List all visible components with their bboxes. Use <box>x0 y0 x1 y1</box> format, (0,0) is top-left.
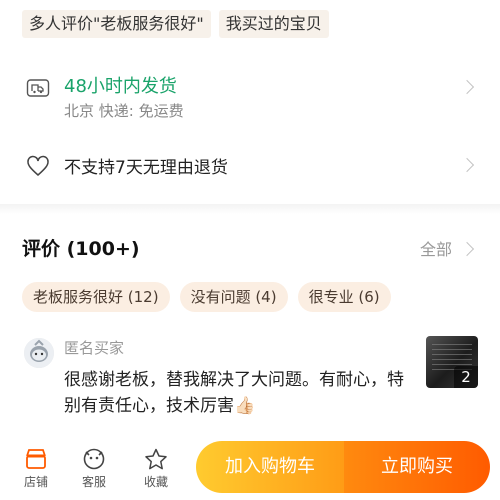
anonymous-avatar-icon <box>24 338 54 368</box>
shipping-title: 48小时内发货 <box>64 76 177 97</box>
returns-chevron-icon <box>459 157 475 173</box>
customer-service-icon <box>83 448 105 470</box>
top-tag-row: 多人评价"老板服务很好" 我买过的宝贝 <box>22 10 329 38</box>
reviews-title: 评价 (100+) <box>22 238 140 260</box>
nav-favorite[interactable]: 收藏 <box>136 448 176 490</box>
reviewer-name: 匿名买家 <box>64 339 125 357</box>
tag-bought-before[interactable]: 我买过的宝贝 <box>218 10 329 38</box>
returns-text: 不支持7天无理由退货 <box>64 158 228 178</box>
nav-shop[interactable]: 店铺 <box>16 448 56 490</box>
review-chip[interactable]: 很专业 (6) <box>297 282 391 312</box>
heart-icon <box>27 155 49 176</box>
truck-icon <box>26 79 50 97</box>
nav-favorite-label: 收藏 <box>143 475 168 489</box>
buy-now-button[interactable]: 立即购买 <box>344 441 490 493</box>
star-icon <box>145 448 167 470</box>
shipping-subtitle: 北京 快递: 免运费 <box>64 102 184 120</box>
reviews-all-chevron-icon[interactable] <box>459 241 475 257</box>
review-chip[interactable]: 没有问题 (4) <box>179 282 288 312</box>
review-chip[interactable]: 老板服务很好 (12) <box>22 282 170 312</box>
add-to-cart-button[interactable]: 加入购物车 <box>196 441 344 493</box>
tag-praise[interactable]: 多人评价"老板服务很好" <box>22 10 211 38</box>
avatar <box>24 338 54 368</box>
section-divider <box>0 204 500 214</box>
review-photo[interactable]: 2 <box>426 336 478 388</box>
shop-icon <box>26 449 46 469</box>
review-comment: 很感谢老板，替我解决了大问题。有耐心，特别有责任心，技术厉害👍🏻 <box>64 370 404 416</box>
shipping-chevron-icon <box>459 79 475 95</box>
photo-count: 2 <box>454 366 478 388</box>
nav-service-label: 客服 <box>81 475 106 489</box>
review-keyword-chips: 老板服务很好 (12) 没有问题 (4) 很专业 (6) <box>22 282 391 312</box>
nav-service[interactable]: 客服 <box>74 448 114 490</box>
reviews-all-link[interactable]: 全部 <box>420 236 452 260</box>
nav-shop-label: 店铺 <box>23 475 48 489</box>
